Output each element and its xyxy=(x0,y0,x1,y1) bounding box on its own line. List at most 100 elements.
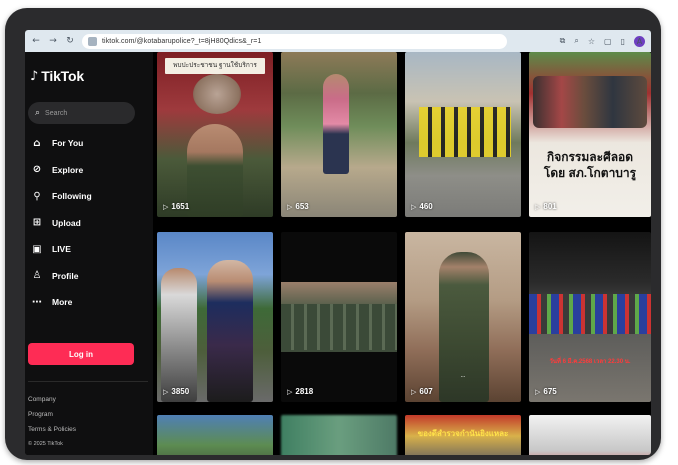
video-grid: พบปะประชาชน ฐานใช้บริการ ▷ 1651 ▷ 653 ▷ 460… xyxy=(157,52,651,455)
view-count-value: 675 xyxy=(543,387,557,396)
video-tile[interactable]: พบปะประชาชน ฐานใช้บริการ ▷ 1651 xyxy=(157,52,273,217)
view-count: ▷ 675 xyxy=(535,387,557,396)
person-image xyxy=(323,74,349,174)
zoom-icon[interactable]: ⌕ xyxy=(574,36,578,46)
video-tile[interactable]: ▷ 653 xyxy=(281,52,397,217)
video-tile[interactable] xyxy=(529,415,651,455)
sidebar-item-label: Upload xyxy=(52,217,81,228)
view-count-value: 460 xyxy=(419,202,433,211)
view-count: ▷ 3850 xyxy=(163,387,189,396)
sidebar-item-label: Following xyxy=(52,191,92,202)
play-icon: ▷ xyxy=(411,387,417,396)
compass-icon: ⊘ xyxy=(32,164,42,176)
browser-actions: ⧉ ⌕ ☆ ▢ ▯ A xyxy=(560,35,645,47)
video-tile[interactable]: ของดีสำรวจกำนันยิงแหละ xyxy=(405,415,521,455)
address-bar[interactable]: tiktok.com/@kotabarupolice?_t=8jH80Qdics… xyxy=(82,33,507,49)
people-row-image xyxy=(419,107,511,157)
group-image xyxy=(533,76,647,128)
video-tile[interactable]: ... ▷ 607 xyxy=(405,232,521,402)
video-caption: กิจกรรมละศีลอด xyxy=(546,150,634,164)
video-tile[interactable]: วันที่ 6 มี.ค.2568 เวลา 22.30 น. ▷ 675 xyxy=(529,232,651,402)
video-caption: ของดีสำรวจกำนันยิงแหละ xyxy=(417,429,509,438)
browser-toolbar: ← → ↻ tiktok.com/@kotabarupolice?_t=8jH8… xyxy=(25,30,651,52)
tiktok-note-icon: ♪ xyxy=(30,68,39,84)
overlay-caption: วันที่ 6 มี.ค.2568 เวลา 22.30 น. xyxy=(549,359,631,365)
video-tile[interactable]: ▷ 3850 xyxy=(157,232,273,402)
video-caption: โดย สภ.โกตาบารู xyxy=(543,166,637,180)
sidebar-footer: Company Program Terms & Policies © 2025 … xyxy=(28,392,76,452)
tile-sign-text: พบปะประชาชน ฐานใช้บริการ xyxy=(165,58,265,74)
search-placeholder: Search xyxy=(45,109,68,117)
motorcycles-image xyxy=(529,294,651,334)
play-icon: ▷ xyxy=(287,387,293,396)
sidebar-divider xyxy=(28,381,148,382)
reload-icon[interactable]: ↻ xyxy=(65,30,75,52)
play-icon: ▷ xyxy=(411,202,417,211)
play-icon: ▷ xyxy=(287,202,293,211)
login-button[interactable]: Log in xyxy=(28,343,134,365)
device-frame: ← → ↻ tiktok.com/@kotabarupolice?_t=8jH8… xyxy=(5,8,661,460)
live-icon: ▣ xyxy=(32,243,42,255)
emblem-image xyxy=(193,74,241,114)
view-count-value: 3850 xyxy=(171,387,190,396)
video-tile[interactable] xyxy=(281,415,397,455)
sidebar-item-live[interactable]: ▣ LIVE xyxy=(31,236,141,263)
view-count-value: 801 xyxy=(543,202,557,211)
view-count-value: 1651 xyxy=(171,202,190,211)
play-icon: ▷ xyxy=(535,202,541,211)
forward-arrow-icon[interactable]: → xyxy=(48,30,58,52)
video-tile[interactable]: กิจกรรมละศีลอด โดย สภ.โกตาบารู ▷ 801 xyxy=(529,52,651,217)
view-count: ▷ 801 xyxy=(535,202,557,211)
more-icon: ⋯ xyxy=(32,296,42,308)
view-count: ▷ 607 xyxy=(411,387,433,396)
sidebar-item-explore[interactable]: ⊘ Explore xyxy=(31,157,141,184)
video-tile[interactable]: ▷ 2818 xyxy=(281,232,397,402)
url-text: tiktok.com/@kotabarupolice?_t=8jH80Qdics… xyxy=(102,37,262,45)
sidebar: ♪ TikTok ⌕ Search ⌂ For You ⊘ Explore ⚲ … xyxy=(25,52,153,455)
sidebar-panel-icon[interactable]: ▯ xyxy=(621,37,625,46)
logo-text: TikTok xyxy=(41,68,84,84)
sidebar-item-following[interactable]: ⚲ Following xyxy=(31,183,141,210)
sidebar-item-label: LIVE xyxy=(52,244,71,255)
footer-copyright: © 2025 TikTok xyxy=(28,441,63,447)
sidebar-item-more[interactable]: ⋯ More xyxy=(31,289,141,316)
view-count: ▷ 460 xyxy=(411,202,433,211)
view-count: ▷ 2818 xyxy=(287,387,313,396)
tiktok-logo[interactable]: ♪ TikTok xyxy=(30,68,84,84)
search-input[interactable]: ⌕ Search xyxy=(28,102,135,124)
play-icon: ▷ xyxy=(163,387,169,396)
profile-icon: ♙ xyxy=(32,270,42,282)
upload-icon: ⊞ xyxy=(32,217,42,229)
view-count: ▷ 653 xyxy=(287,202,309,211)
sidebar-item-profile[interactable]: ♙ Profile xyxy=(31,263,141,290)
person-image xyxy=(187,124,243,217)
home-icon: ⌂ xyxy=(33,137,41,149)
uniformed-people-image xyxy=(281,304,397,350)
person-image xyxy=(207,260,253,402)
back-arrow-icon[interactable]: ← xyxy=(31,30,41,52)
sidebar-menu: ⌂ For You ⊘ Explore ⚲ Following ⊞ Upload… xyxy=(31,130,141,316)
sidebar-item-for-you[interactable]: ⌂ For You xyxy=(31,130,141,157)
view-count: ▷ 1651 xyxy=(163,202,189,211)
extensions-icon[interactable]: ▢ xyxy=(604,37,612,46)
footer-link-program[interactable]: Program xyxy=(28,407,76,422)
view-count-value: 607 xyxy=(419,387,433,396)
sidebar-item-label: More xyxy=(52,297,73,308)
user-follow-icon: ⚲ xyxy=(33,190,41,202)
video-tile[interactable] xyxy=(157,415,273,455)
sidebar-item-label: For You xyxy=(52,138,84,149)
footer-link-company[interactable]: Company xyxy=(28,392,76,407)
sidebar-item-label: Profile xyxy=(52,270,79,281)
screen-cast-icon[interactable]: ⧉ xyxy=(560,36,566,46)
play-icon: ▷ xyxy=(535,387,541,396)
sidebar-item-upload[interactable]: ⊞ Upload xyxy=(31,210,141,237)
bookmark-star-icon[interactable]: ☆ xyxy=(588,37,595,46)
site-info-icon[interactable] xyxy=(88,36,97,46)
footer-link-terms[interactable]: Terms & Policies xyxy=(28,422,76,437)
screen: ← → ↻ tiktok.com/@kotabarupolice?_t=8jH8… xyxy=(25,30,651,455)
search-icon: ⌕ xyxy=(35,108,41,118)
profile-avatar[interactable]: A xyxy=(634,35,645,47)
video-tile[interactable]: ▷ 460 xyxy=(405,52,521,217)
overlay-caption: ... xyxy=(460,373,466,379)
play-icon: ▷ xyxy=(163,202,169,211)
